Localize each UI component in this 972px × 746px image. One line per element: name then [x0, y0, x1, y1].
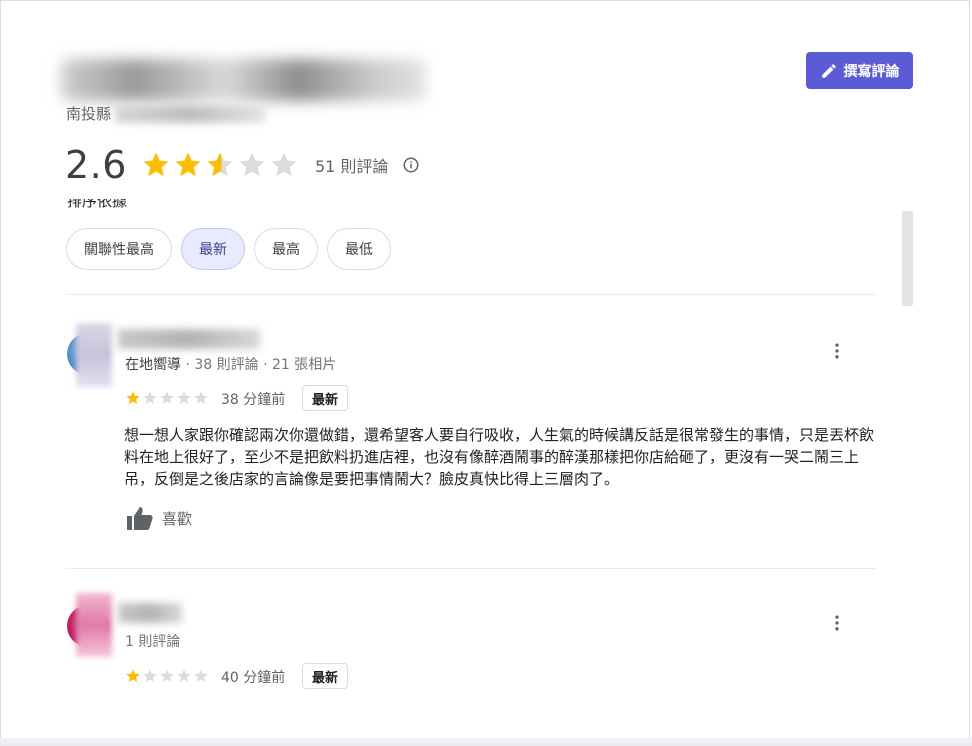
divider — [66, 568, 876, 569]
pencil-icon — [821, 63, 836, 78]
reviews-panel: 南投縣 撰寫評論 2.6 51 則評論 排序依據 關聯性最高 最新 最高 最低 … — [0, 0, 970, 744]
newest-badge: 最新 — [302, 663, 349, 689]
star-full-icon — [126, 669, 140, 682]
rating-value: 2.6 — [65, 143, 127, 187]
star-full-icon — [175, 152, 201, 177]
info-icon[interactable] — [402, 156, 420, 174]
rating-stars — [141, 150, 299, 180]
review-stars — [125, 390, 209, 406]
review-time: 40 分鐘前 — [221, 670, 286, 686]
star-empty-icon — [271, 152, 297, 177]
star-empty-icon — [143, 391, 157, 404]
divider — [66, 294, 876, 295]
review-stars — [125, 668, 209, 684]
review-time: 38 分鐘前 — [221, 392, 286, 408]
region-label: 南投縣 — [66, 105, 112, 123]
star-empty-icon — [194, 669, 208, 682]
reviewer-meta: 在地嚮導 · 38 則評論 · 21 張相片 — [125, 354, 336, 374]
more-vert-icon[interactable] — [827, 341, 847, 361]
thumb-up-icon — [127, 507, 153, 530]
more-vert-icon[interactable] — [827, 613, 847, 633]
region-line: 南投縣 — [66, 103, 266, 124]
reviewer-stats: · 38 則評論 · 21 張相片 — [181, 357, 337, 373]
sort-label: 排序依據 — [67, 199, 127, 213]
review-count[interactable]: 51 則評論 — [315, 153, 388, 177]
sort-chip-newest[interactable]: 最新 — [181, 228, 245, 270]
star-empty-icon — [177, 391, 191, 404]
reviewer-name-blurred[interactable] — [118, 329, 260, 349]
rating-summary: 2.6 51 則評論 — [65, 143, 420, 187]
star-full-icon — [126, 391, 140, 404]
star-empty-icon — [194, 391, 208, 404]
star-full-icon — [143, 152, 169, 177]
star-empty-icon — [143, 669, 157, 682]
write-review-button[interactable]: 撰寫評論 — [806, 52, 913, 89]
place-title-blurred — [61, 59, 426, 101]
sort-chips: 關聯性最高 最新 最高 最低 — [66, 228, 391, 270]
review-text: 想一想人家跟你確認兩次你還做錯，還希望客人要自行吸收，人生氣的時候講反話是很常發… — [124, 426, 875, 488]
address-blurred — [115, 104, 266, 123]
sort-chip-lowest[interactable]: 最低 — [327, 228, 391, 270]
reviewer-meta: 1 則評論 — [125, 631, 180, 651]
reviewer-name-blurred[interactable] — [118, 603, 182, 623]
write-review-label: 撰寫評論 — [843, 63, 900, 80]
newest-badge: 最新 — [302, 385, 349, 411]
star-empty-icon — [239, 152, 265, 177]
reviewer-stats: 1 則評論 — [125, 634, 181, 650]
sort-chip-relevance[interactable]: 關聯性最高 — [66, 228, 172, 270]
scrollbar[interactable] — [902, 211, 913, 306]
star-empty-icon — [160, 669, 174, 682]
star-empty-icon — [177, 669, 191, 682]
reviewer-role: 在地嚮導 — [125, 357, 181, 373]
avatar-blur — [76, 323, 112, 387]
sort-label-text: 排序依據 — [67, 199, 128, 210]
like-button[interactable]: 喜歡 — [126, 505, 192, 531]
star-half-icon — [207, 152, 233, 177]
avatar-blur — [76, 593, 112, 657]
sort-chip-highest[interactable]: 最高 — [254, 228, 318, 270]
like-label: 喜歡 — [162, 509, 193, 528]
star-empty-icon — [160, 391, 174, 404]
window-bottom-edge — [0, 738, 972, 746]
